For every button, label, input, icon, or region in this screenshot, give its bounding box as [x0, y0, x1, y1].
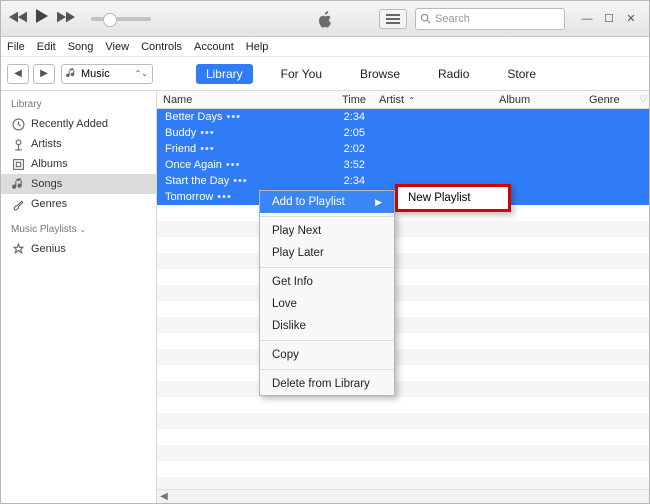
chevron-left-icon[interactable]: ◀ — [157, 491, 171, 502]
source-dropdown[interactable]: Music ⌃⌄ — [61, 64, 153, 84]
col-time[interactable]: Time — [327, 94, 373, 106]
second-bar: ◀ ▶ Music ⌃⌄ Library For You Browse Radi… — [1, 57, 649, 91]
tab-library[interactable]: Library — [196, 64, 253, 84]
play-button[interactable] — [35, 9, 49, 28]
col-album[interactable]: Album — [493, 94, 583, 106]
separator — [260, 267, 394, 268]
col-genre[interactable]: Genre — [583, 94, 633, 106]
maximize-button[interactable]: ☐ — [599, 9, 619, 29]
apple-logo-icon — [316, 10, 334, 28]
column-headers: Name Time Artist ⌃ Album Genre ♡ — [157, 91, 649, 109]
sidebar-item-label: Artists — [31, 138, 62, 150]
song-rows: Better Days•••2:34 Buddy•••2:05 Friend••… — [157, 109, 649, 503]
sidebar-item-label: Genres — [31, 198, 67, 210]
ctx-play-later[interactable]: Play Later — [260, 242, 394, 264]
menu-account[interactable]: Account — [194, 41, 234, 53]
sidebar-header-library: Library — [1, 97, 156, 114]
more-icon[interactable]: ••• — [200, 143, 215, 155]
ctx-add-to-playlist[interactable]: Add to Playlist ▶ — [260, 191, 394, 213]
chevron-right-icon: ▶ — [375, 197, 382, 208]
col-name[interactable]: Name — [157, 94, 327, 106]
menubar: File Edit Song View Controls Account Hel… — [1, 37, 649, 57]
sidebar-item-albums[interactable]: Albums — [1, 154, 156, 174]
search-placeholder: Search — [435, 13, 470, 25]
close-button[interactable]: ✕ — [621, 9, 641, 29]
submenu-label: New Playlist — [408, 192, 471, 204]
album-icon — [11, 157, 25, 171]
sidebar-item-genres[interactable]: Genres — [1, 194, 156, 214]
chevron-down-icon: ⌄ — [79, 225, 86, 234]
tab-browse[interactable]: Browse — [350, 64, 410, 84]
table-row[interactable]: Once Again•••3:52 — [157, 157, 649, 173]
ctx-dislike[interactable]: Dislike — [260, 315, 394, 337]
source-label: Music — [81, 68, 110, 80]
context-menu: Add to Playlist ▶ Play Next Play Later G… — [259, 190, 395, 396]
menu-file[interactable]: File — [7, 41, 25, 53]
separator — [260, 340, 394, 341]
col-love[interactable]: ♡ — [633, 94, 649, 105]
ctx-delete[interactable]: Delete from Library — [260, 373, 394, 395]
itunes-window: Search — ☐ ✕ File Edit Song View Control… — [0, 0, 650, 504]
tab-foryou[interactable]: For You — [271, 64, 332, 84]
nav-back-button[interactable]: ◀ — [7, 64, 29, 84]
nav-tabs: Library For You Browse Radio Store — [196, 64, 546, 84]
guitar-icon — [11, 197, 25, 211]
sidebar-item-label: Albums — [31, 158, 68, 170]
sidebar: Library Recently Added Artists Albums So… — [1, 91, 157, 503]
separator — [260, 369, 394, 370]
titlebar: Search — ☐ ✕ — [1, 1, 649, 37]
sidebar-header-playlists[interactable]: Music Playlists ⌄ — [1, 222, 156, 239]
more-icon[interactable]: ••• — [226, 159, 241, 171]
search-icon — [420, 13, 431, 24]
mic-icon — [11, 137, 25, 151]
more-icon[interactable]: ••• — [226, 111, 241, 123]
sort-asc-icon: ⌃ — [406, 96, 415, 105]
rewind-button[interactable] — [9, 10, 27, 28]
ctx-item-label: Add to Playlist — [272, 196, 345, 208]
sidebar-item-recent[interactable]: Recently Added — [1, 114, 156, 134]
tab-radio[interactable]: Radio — [428, 64, 479, 84]
forward-button[interactable] — [57, 10, 75, 28]
submenu-new-playlist[interactable]: New Playlist — [395, 184, 511, 212]
nav-forward-button[interactable]: ▶ — [33, 64, 55, 84]
minimize-button[interactable]: — — [577, 9, 597, 29]
content-area: Name Time Artist ⌃ Album Genre ♡ Better … — [157, 91, 649, 503]
sidebar-item-songs[interactable]: Songs — [1, 174, 156, 194]
ctx-get-info[interactable]: Get Info — [260, 271, 394, 293]
sidebar-item-label: Songs — [31, 178, 62, 190]
sidebar-item-label: Genius — [31, 243, 66, 255]
menu-edit[interactable]: Edit — [37, 41, 56, 53]
chevron-updown-icon: ⌃⌄ — [135, 69, 148, 78]
sidebar-item-label: Recently Added — [31, 118, 108, 130]
genius-icon — [11, 242, 25, 256]
tab-store[interactable]: Store — [497, 64, 546, 84]
separator — [260, 216, 394, 217]
volume-slider[interactable] — [91, 17, 151, 21]
table-row[interactable]: Better Days•••2:34 — [157, 109, 649, 125]
menu-help[interactable]: Help — [246, 41, 269, 53]
clock-icon — [11, 117, 25, 131]
music-icon — [66, 68, 77, 79]
window-buttons: — ☐ ✕ — [577, 9, 641, 29]
ctx-love[interactable]: Love — [260, 293, 394, 315]
ctx-copy[interactable]: Copy — [260, 344, 394, 366]
horizontal-scrollbar[interactable]: ◀ — [157, 489, 649, 503]
table-row[interactable]: Buddy•••2:05 — [157, 125, 649, 141]
ctx-play-next[interactable]: Play Next — [260, 220, 394, 242]
menu-song[interactable]: Song — [68, 41, 94, 53]
music-note-icon — [11, 177, 25, 191]
search-input[interactable]: Search — [415, 8, 565, 30]
menu-view[interactable]: View — [105, 41, 129, 53]
more-icon[interactable]: ••• — [200, 127, 215, 139]
table-row[interactable]: Friend•••2:02 — [157, 141, 649, 157]
player-controls — [9, 9, 151, 28]
list-view-toggle[interactable] — [379, 9, 407, 29]
empty-rows — [157, 205, 649, 503]
more-icon[interactable]: ••• — [217, 191, 232, 203]
col-artist[interactable]: Artist ⌃ — [373, 94, 493, 106]
sidebar-item-genius[interactable]: Genius — [1, 239, 156, 259]
menu-controls[interactable]: Controls — [141, 41, 182, 53]
sidebar-item-artists[interactable]: Artists — [1, 134, 156, 154]
more-icon[interactable]: ••• — [233, 175, 248, 187]
